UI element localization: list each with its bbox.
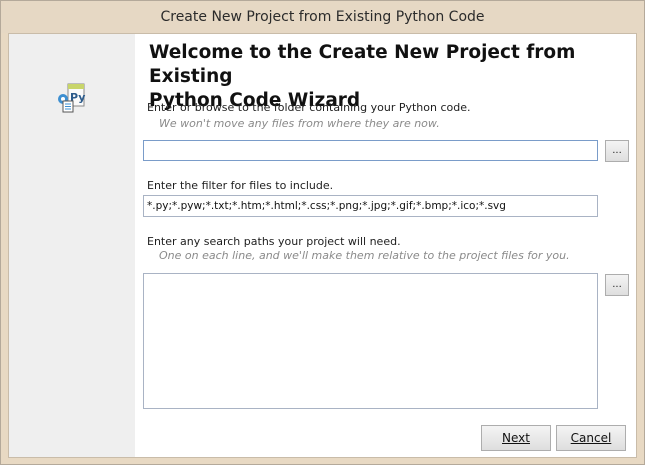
folder-hint: We won't move any files from where they … bbox=[159, 117, 440, 130]
filter-label: Enter the filter for files to include. bbox=[147, 179, 334, 192]
next-button[interactable]: Next bbox=[481, 425, 551, 451]
wizard-window: Create New Project from Existing Python … bbox=[0, 0, 645, 465]
window-title: Create New Project from Existing Python … bbox=[1, 1, 644, 33]
search-paths-textarea[interactable] bbox=[143, 273, 598, 409]
wizard-client-area: Py Welcome to the Create New Project fro… bbox=[8, 33, 637, 458]
browse-search-path-button[interactable]: ... bbox=[605, 274, 629, 296]
search-paths-label: Enter any search paths your project will… bbox=[147, 235, 401, 248]
file-filter-input[interactable] bbox=[143, 195, 598, 217]
folder-label: Enter or browse to the folder containing… bbox=[147, 101, 471, 114]
cancel-button[interactable]: Cancel bbox=[556, 425, 626, 451]
wizard-heading-line1: Welcome to the Create New Project from E… bbox=[149, 42, 576, 87]
search-paths-hint: One on each line, and we'll make them re… bbox=[159, 249, 570, 262]
wizard-sidebar: Py bbox=[9, 34, 135, 457]
browse-folder-button[interactable]: ... bbox=[605, 140, 629, 162]
python-project-icon: Py bbox=[55, 82, 87, 114]
folder-path-input[interactable] bbox=[143, 140, 598, 161]
